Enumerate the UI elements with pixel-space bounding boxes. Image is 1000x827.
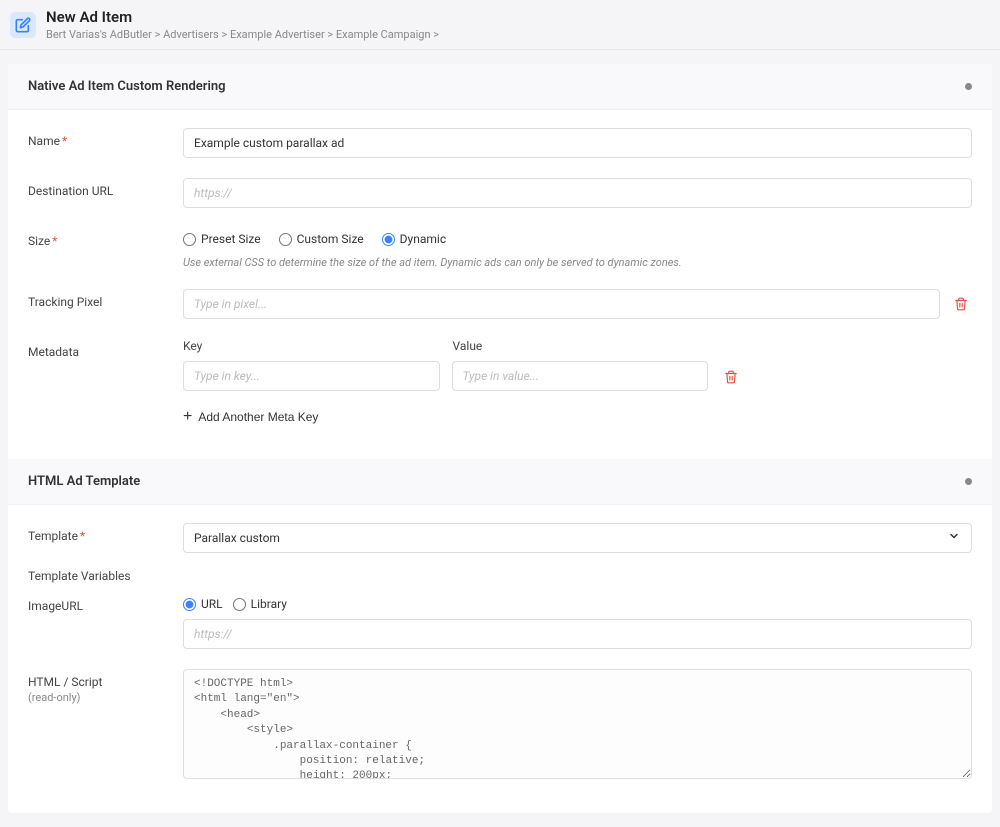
html-script-label: HTML / Script (read-only) [28,669,183,704]
breadcrumb-item[interactable]: Bert Varias's AdButler [46,28,152,41]
size-label: Size* [28,228,183,248]
name-input[interactable] [183,128,972,158]
destination-url-label: Destination URL [28,178,183,198]
section-header-template: HTML Ad Template [8,459,992,505]
metadata-value-input[interactable] [452,361,709,391]
template-variables-heading: Template Variables [8,563,992,583]
trash-icon [954,297,968,311]
size-custom-radio[interactable]: Custom Size [279,232,364,246]
page-title: New Ad Item [46,8,439,26]
tracking-pixel-delete-button[interactable] [950,293,972,315]
breadcrumb-item[interactable]: Advertisers [163,28,219,41]
metadata-value-label: Value [453,339,711,353]
tracking-pixel-input[interactable] [183,289,940,319]
metadata-delete-button[interactable] [720,366,742,388]
plus-icon: + [183,409,192,425]
status-dot-icon [965,83,972,90]
metadata-key-input[interactable] [183,361,440,391]
edit-icon [10,12,36,38]
metadata-key-label: Key [183,339,441,353]
name-label: Name* [28,128,183,148]
trash-icon [724,370,738,384]
breadcrumb-item[interactable]: Example Campaign [336,28,431,41]
breadcrumb: Bert Varias's AdButler > Advertisers > E… [46,28,439,41]
template-label: Template* [28,523,183,543]
html-script-textarea[interactable] [183,669,972,779]
image-url-input[interactable] [183,619,972,649]
destination-url-input[interactable] [183,178,972,208]
tracking-pixel-label: Tracking Pixel [28,289,183,309]
add-meta-key-button[interactable]: + Add Another Meta Key [183,405,318,429]
section-title: Native Ad Item Custom Rendering [28,79,226,94]
template-select[interactable]: Parallax custom [183,523,972,553]
size-helper-text: Use external CSS to determine the size o… [183,256,972,269]
size-dynamic-radio[interactable]: Dynamic [382,232,446,246]
size-preset-radio[interactable]: Preset Size [183,232,261,246]
image-url-label: ImageURL [28,593,183,613]
breadcrumb-item[interactable]: Example Advertiser [230,28,325,41]
status-dot-icon [965,478,972,485]
imageurl-library-radio[interactable]: Library [233,597,287,611]
page-header: New Ad Item Bert Varias's AdButler > Adv… [0,0,1000,50]
metadata-label: Metadata [28,339,183,359]
imageurl-url-radio[interactable]: URL [183,597,223,611]
section-header-rendering: Native Ad Item Custom Rendering [8,64,992,110]
section-title: HTML Ad Template [28,474,140,489]
